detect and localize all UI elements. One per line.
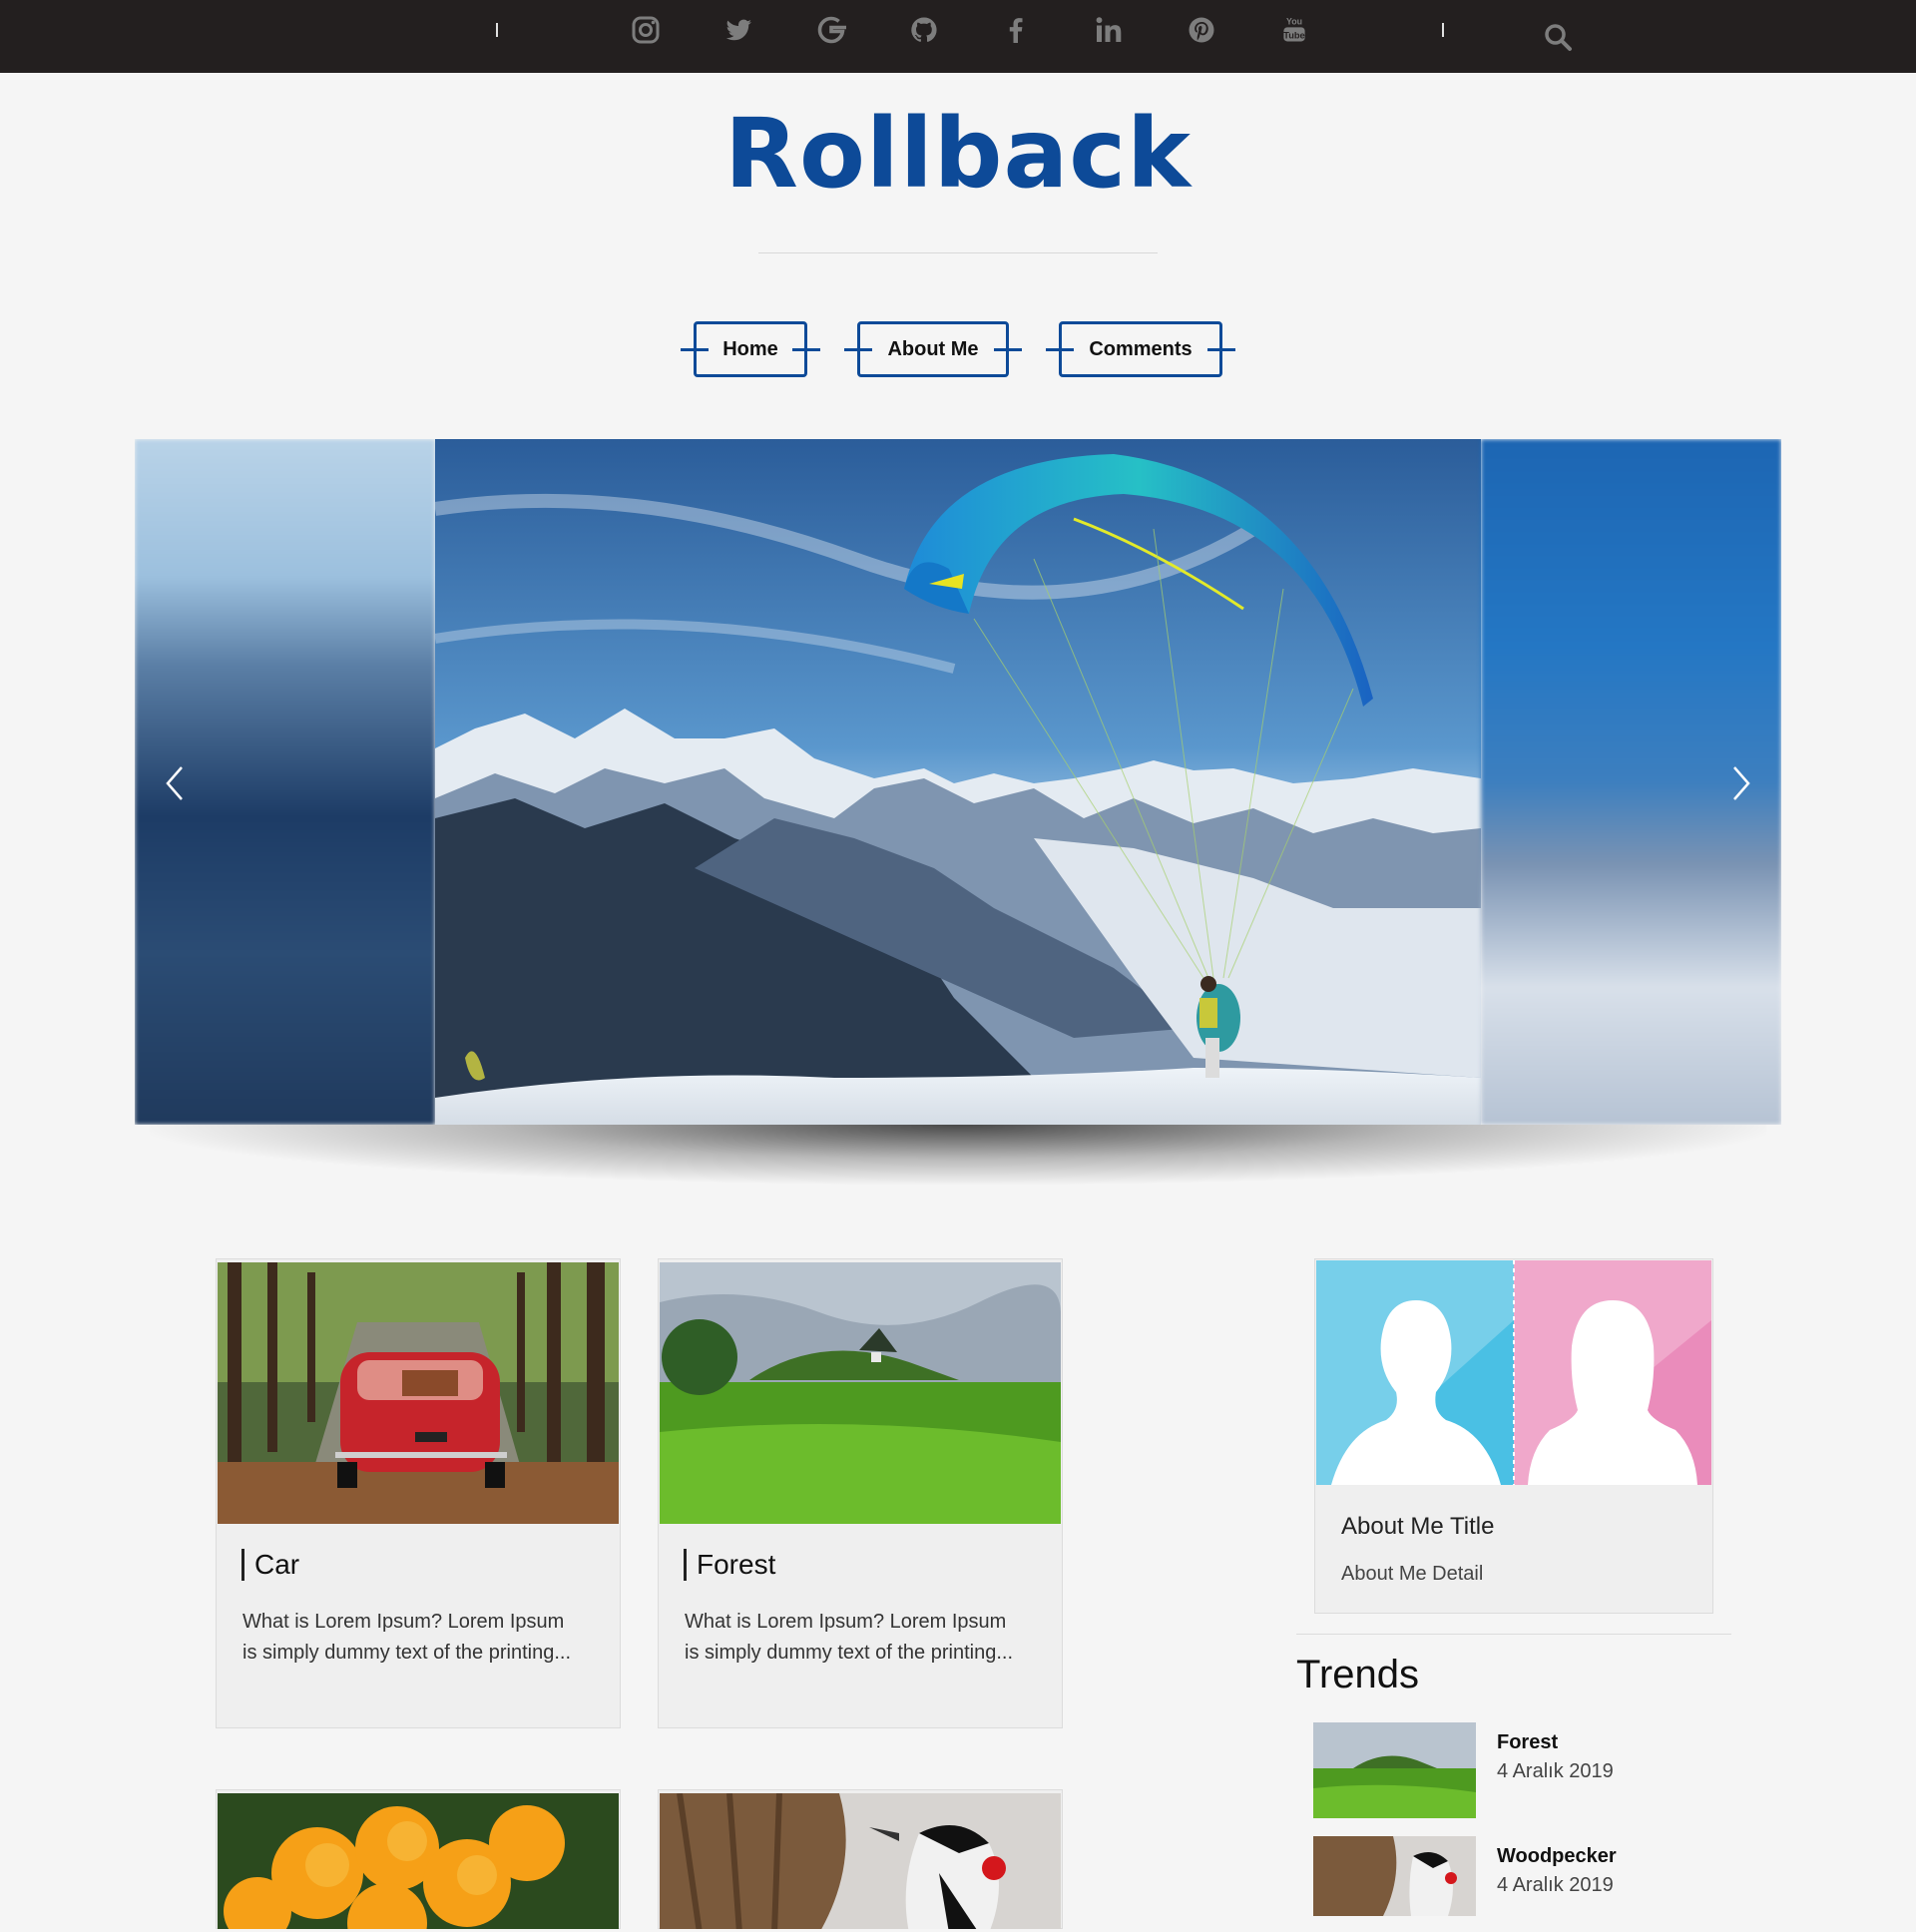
post-excerpt: What is Lorem Ipsum? Lorem Ipsum is simp… <box>242 1611 572 1664</box>
youtube-label-top: You <box>1286 17 1302 27</box>
linkedin-icon[interactable] <box>1084 8 1134 52</box>
divider <box>1296 1634 1731 1635</box>
about-detail: About Me Detail <box>1341 1563 1484 1585</box>
trend-title[interactable]: Forest <box>1497 1731 1558 1754</box>
post-image-forest[interactable] <box>660 1262 1061 1524</box>
chevron-right-icon[interactable] <box>1722 758 1762 808</box>
nav-label: Home <box>722 337 778 360</box>
post-image-woodpecker[interactable] <box>660 1793 1061 1929</box>
pinterest-icon[interactable] <box>1177 8 1226 52</box>
nav-comments[interactable]: Comments <box>1046 321 1235 377</box>
post-image-marigold[interactable] <box>218 1793 619 1929</box>
youtube-label-bottom: Tube <box>1283 30 1304 40</box>
trend-thumbnail-woodpecker[interactable] <box>1313 1836 1476 1916</box>
slide-image-paragliding <box>435 439 1481 1125</box>
post-card[interactable] <box>216 1789 621 1929</box>
nav-home[interactable]: Home <box>681 321 820 377</box>
nav-label: About Me <box>887 337 979 360</box>
slider-shadow <box>150 1125 1766 1185</box>
divider <box>496 23 498 37</box>
nav-about-me[interactable]: About Me <box>844 321 1022 377</box>
facebook-icon[interactable] <box>991 8 1041 52</box>
post-image-car[interactable] <box>218 1262 619 1524</box>
site-title[interactable]: Rollback <box>0 96 1916 212</box>
divider <box>1442 23 1444 37</box>
post-card[interactable] <box>658 1789 1063 1929</box>
top-bar: You Tube <box>0 0 1916 73</box>
post-title[interactable]: Car <box>241 1549 299 1581</box>
post-title[interactable]: Forest <box>684 1549 775 1581</box>
search-icon[interactable] <box>1540 18 1576 56</box>
github-icon[interactable] <box>899 8 949 52</box>
image-slider[interactable] <box>135 439 1781 1125</box>
twitter-icon[interactable] <box>714 8 763 52</box>
about-me-card[interactable]: About Me Title About Me Detail <box>1314 1258 1713 1614</box>
trends-heading: Trends <box>1296 1653 1420 1696</box>
google-icon[interactable] <box>806 8 856 52</box>
about-title: About Me Title <box>1341 1513 1495 1540</box>
trend-date: 4 Aralık 2019 <box>1497 1874 1614 1896</box>
trend-thumbnail-forest[interactable] <box>1313 1722 1476 1818</box>
chevron-left-icon[interactable] <box>154 758 194 808</box>
avatar <box>1316 1260 1711 1485</box>
trend-date: 4 Aralık 2019 <box>1497 1760 1614 1782</box>
instagram-icon[interactable] <box>621 8 671 52</box>
trend-item[interactable]: Woodpecker 4 Aralık 2019 <box>1313 1836 1712 1932</box>
divider <box>758 252 1158 253</box>
post-card[interactable]: Forest What is Lorem Ipsum? Lorem Ipsum … <box>658 1258 1063 1728</box>
trend-item[interactable]: Forest 4 Aralık 2019 <box>1313 1722 1712 1818</box>
youtube-icon[interactable]: You Tube <box>1269 8 1319 52</box>
trend-title[interactable]: Woodpecker <box>1497 1845 1617 1868</box>
post-excerpt: What is Lorem Ipsum? Lorem Ipsum is simp… <box>685 1611 1014 1664</box>
post-card[interactable]: Car What is Lorem Ipsum? Lorem Ipsum is … <box>216 1258 621 1728</box>
nav-label: Comments <box>1089 337 1193 360</box>
